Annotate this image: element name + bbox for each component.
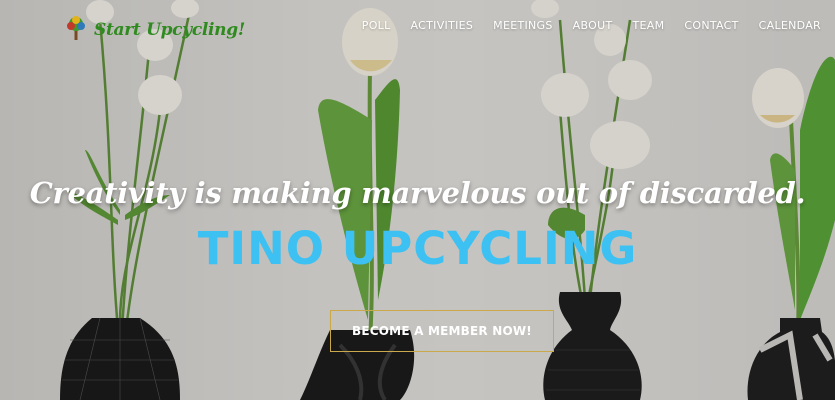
hero-tagline: Creativity is making marvelous out of di…	[29, 176, 806, 210]
nav-item-team[interactable]: TEAM	[632, 19, 664, 32]
nav-item-calendar[interactable]: CALENDAR	[759, 19, 821, 32]
tree-logo-icon	[64, 15, 88, 46]
nav-menu: POLL ACTIVITIES MEETINGS ABOUT TEAM CONT…	[362, 16, 821, 34]
nav-item-contact[interactable]: CONTACT	[684, 19, 738, 32]
nav-item-poll[interactable]: POLL	[362, 19, 391, 32]
brand-logo-link[interactable]: Start Upcycling!	[64, 14, 245, 46]
nav-item-meetings[interactable]: MEETINGS	[493, 19, 553, 32]
nav-item-about[interactable]: ABOUT	[573, 19, 613, 32]
brand-name: Start Upcycling!	[94, 20, 245, 40]
hero-title: TINO UPCYCLING	[197, 222, 638, 275]
navbar: Start Upcycling! POLL ACTIVITIES MEETING…	[0, 0, 835, 48]
become-member-button[interactable]: BECOME A MEMBER NOW!	[330, 310, 554, 352]
nav-item-activities[interactable]: ACTIVITIES	[411, 19, 474, 32]
